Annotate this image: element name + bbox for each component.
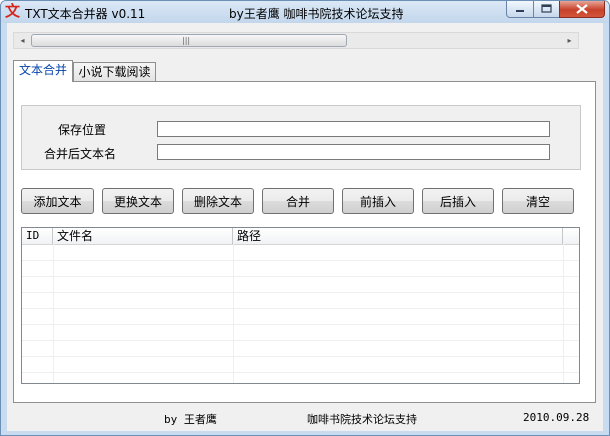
output-settings-group: 保存位置 合并后文本名 <box>21 105 581 170</box>
merge-button[interactable]: 合并 <box>262 188 334 214</box>
table-row <box>22 292 579 309</box>
column-header-filename[interactable]: 文件名 <box>53 228 233 244</box>
column-header-id[interactable]: ID <box>22 228 53 244</box>
scrollbar-thumb[interactable]: ||| <box>31 34 347 47</box>
maximize-icon <box>541 4 552 13</box>
scroll-left-icon[interactable]: ◂ <box>14 33 31 48</box>
save-location-label: 保存位置 <box>58 123 107 137</box>
status-date: 2010.09.28 <box>523 411 590 424</box>
table-row <box>22 260 579 277</box>
app-window: 文 TXT文本合并器 v0.11 by王者鹰 咖啡书院技术论坛支持 ◂ ||| … <box>0 0 610 436</box>
file-list[interactable]: ID 文件名 路径 <box>21 227 580 384</box>
column-divider <box>233 244 234 383</box>
window-title-credit: by王者鹰 咖啡书院技术论坛支持 <box>229 7 404 21</box>
status-forum: 咖啡书院技术论坛支持 <box>307 413 417 426</box>
column-divider <box>563 244 564 383</box>
column-divider <box>53 244 54 383</box>
replace-text-button[interactable]: 更换文本 <box>102 188 174 214</box>
save-location-input[interactable] <box>157 121 550 137</box>
client-area: ◂ ||| ▸ 文本合并 小说下载阅读 保存位置 合并后文本名 添加文本 更换文… <box>7 23 603 431</box>
insert-after-button[interactable]: 后插入 <box>422 188 494 214</box>
table-row <box>22 276 579 293</box>
merged-name-label: 合并后文本名 <box>44 147 117 161</box>
close-icon <box>576 4 588 14</box>
scroll-right-icon[interactable]: ▸ <box>561 33 578 48</box>
table-row <box>22 372 579 383</box>
status-author: by 王者鹰 <box>164 413 217 426</box>
tab-panel-text-merge: 保存位置 合并后文本名 添加文本 更换文本 删除文本 合并 前插入 后插入 清空… <box>13 81 596 403</box>
table-row <box>22 340 579 357</box>
minimize-icon <box>516 10 524 12</box>
close-button[interactable] <box>559 1 605 18</box>
maximize-button[interactable] <box>533 1 560 18</box>
app-icon[interactable]: 文 <box>5 3 21 19</box>
merged-name-input[interactable] <box>157 144 550 160</box>
status-bar: by 王者鹰 咖啡书院技术论坛支持 2010.09.28 <box>7 407 603 431</box>
table-row <box>22 308 579 325</box>
tab-text-merge[interactable]: 文本合并 <box>13 60 73 82</box>
title-bar[interactable]: 文 TXT文本合并器 v0.11 by王者鹰 咖啡书院技术论坛支持 <box>1 1 609 23</box>
clear-button[interactable]: 清空 <box>502 188 574 214</box>
window-title: TXT文本合并器 v0.11 <box>25 7 146 21</box>
horizontal-scrollbar[interactable]: ◂ ||| ▸ <box>13 32 579 49</box>
add-text-button[interactable]: 添加文本 <box>21 188 94 214</box>
table-row <box>22 244 579 261</box>
delete-text-button[interactable]: 删除文本 <box>182 188 254 214</box>
table-row <box>22 324 579 341</box>
insert-before-button[interactable]: 前插入 <box>342 188 414 214</box>
column-header-path[interactable]: 路径 <box>233 228 563 244</box>
minimize-button[interactable] <box>506 1 534 18</box>
tab-novel-download[interactable]: 小说下载阅读 <box>73 62 156 82</box>
table-row <box>22 356 579 373</box>
file-list-header: ID 文件名 路径 <box>22 228 579 245</box>
grip-icon: ||| <box>182 36 191 45</box>
